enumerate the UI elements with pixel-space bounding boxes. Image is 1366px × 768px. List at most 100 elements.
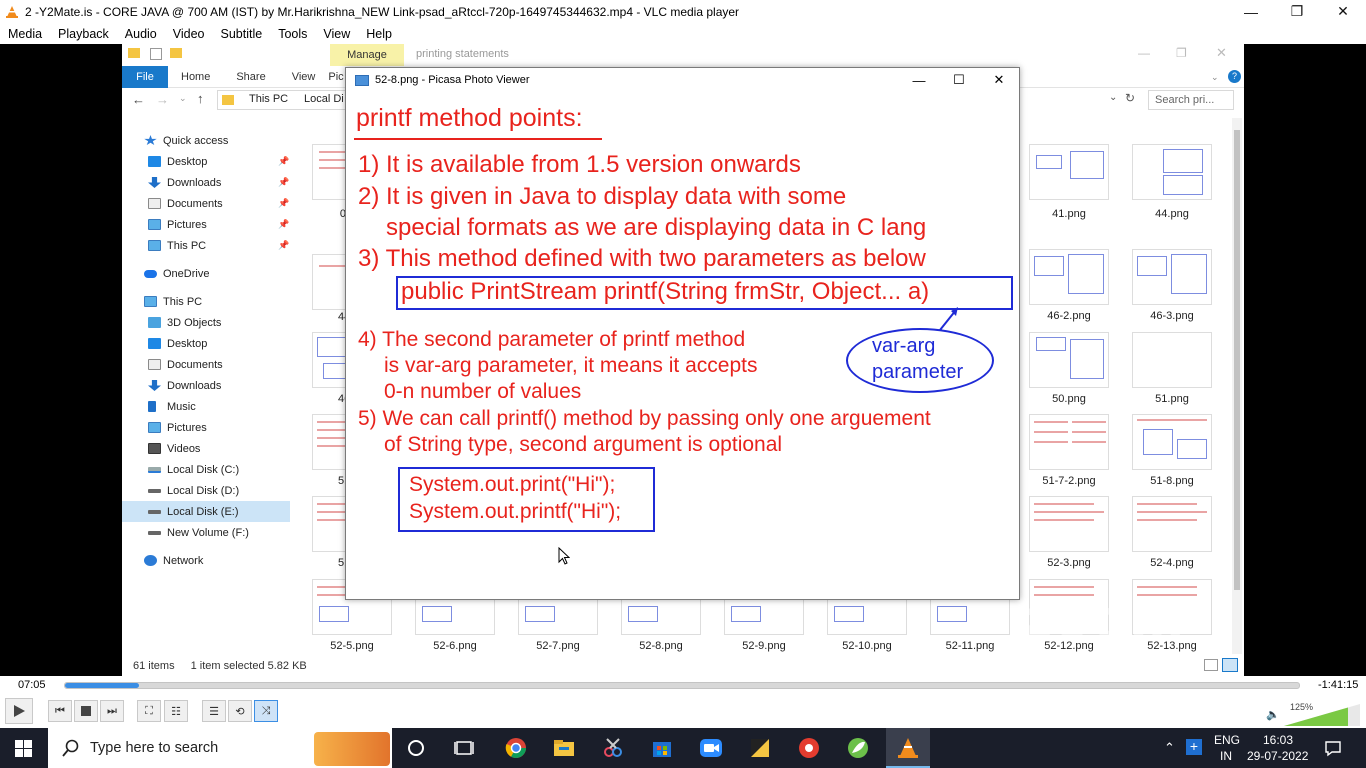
- cortana-icon[interactable]: [404, 736, 428, 760]
- maximize-button[interactable]: ❐: [1274, 0, 1320, 23]
- volume-slider[interactable]: [1284, 704, 1362, 726]
- file-thumbnail[interactable]: [1029, 249, 1109, 305]
- nav-3d-objects[interactable]: 3D Objects: [148, 312, 316, 333]
- nav-quick-downloads[interactable]: Downloads 📌: [148, 172, 316, 193]
- ribbon-tab-view[interactable]: View: [279, 71, 329, 83]
- explorer-search-input[interactable]: Search pri...: [1148, 90, 1234, 110]
- region-indicator[interactable]: IN: [1220, 749, 1232, 763]
- close-button[interactable]: ✕: [1320, 0, 1366, 23]
- scrollbar-thumb[interactable]: [1234, 130, 1240, 590]
- seek-slider[interactable]: [64, 682, 1300, 689]
- breadcrumb-this-pc[interactable]: This PC: [249, 93, 288, 105]
- nav-quick-this-pc[interactable]: This PC 📌: [148, 235, 316, 256]
- file-thumbnail[interactable]: [1029, 496, 1109, 552]
- explorer-minimize-button[interactable]: —: [1138, 46, 1150, 60]
- picasa-maximize-button[interactable]: ☐: [939, 68, 979, 92]
- nav-new-volume-f[interactable]: New Volume (F:): [148, 522, 316, 543]
- clock-time[interactable]: 16:03: [1263, 733, 1293, 747]
- extended-settings-button[interactable]: ☷: [164, 700, 188, 722]
- file-thumbnail[interactable]: [1132, 332, 1212, 388]
- ribbon-tab-home[interactable]: Home: [168, 71, 223, 83]
- show-hidden-icons-icon[interactable]: ⌃: [1164, 740, 1175, 756]
- file-thumbnail[interactable]: [1132, 496, 1212, 552]
- snipping-tool-icon[interactable]: [601, 736, 625, 760]
- nav-desktop[interactable]: Desktop: [148, 333, 316, 354]
- nav-local-disk-c[interactable]: Local Disk (C:): [148, 459, 316, 480]
- file-label[interactable]: 52-6.png: [405, 640, 505, 652]
- nav-quick-access[interactable]: Quick access: [144, 130, 312, 151]
- file-label[interactable]: 51.png: [1122, 393, 1222, 405]
- nav-local-disk-d[interactable]: Local Disk (D:): [148, 480, 316, 501]
- nav-onedrive[interactable]: OneDrive: [144, 263, 312, 284]
- details-view-icon[interactable]: [1204, 659, 1218, 671]
- menu-subtitle[interactable]: Subtitle: [213, 27, 271, 41]
- ribbon-tab-file[interactable]: File: [122, 65, 168, 88]
- stop-button[interactable]: [74, 700, 98, 722]
- loop-button[interactable]: ⟲: [228, 700, 252, 722]
- file-label[interactable]: 51-7-2.png: [1019, 475, 1119, 487]
- video-frame[interactable]: Manage printing statements — ❐ ✕ File Ho…: [0, 44, 1366, 676]
- manage-tab[interactable]: Manage: [330, 44, 404, 66]
- file-thumbnail[interactable]: [1029, 332, 1109, 388]
- ribbon-expand-icon[interactable]: ⌄: [1211, 72, 1219, 83]
- menu-playback[interactable]: Playback: [50, 27, 117, 41]
- file-label[interactable]: 51-8.png: [1122, 475, 1222, 487]
- file-label[interactable]: 52-9.png: [714, 640, 814, 652]
- record-icon[interactable]: [797, 736, 821, 760]
- help-icon[interactable]: ?: [1228, 70, 1241, 83]
- minimize-button[interactable]: —: [1228, 0, 1274, 23]
- file-label[interactable]: 41.png: [1019, 208, 1119, 220]
- nav-downloads[interactable]: Downloads: [148, 375, 316, 396]
- ribbon-tab-share[interactable]: Share: [223, 71, 278, 83]
- file-thumbnail[interactable]: [1132, 414, 1212, 470]
- file-label[interactable]: 52-3.png: [1019, 557, 1119, 569]
- vlc-taskbar-button[interactable]: [886, 728, 930, 768]
- shuffle-button[interactable]: ⤨: [254, 700, 278, 722]
- file-label[interactable]: 46-3.png: [1122, 310, 1222, 322]
- windows-start-icon[interactable]: [15, 740, 32, 757]
- nav-network[interactable]: Network: [144, 550, 312, 571]
- menu-view[interactable]: View: [315, 27, 358, 41]
- menu-help[interactable]: Help: [358, 27, 400, 41]
- previous-button[interactable]: ⏮: [48, 700, 72, 722]
- up-icon[interactable]: ↑: [197, 91, 204, 106]
- picasa-minimize-button[interactable]: —: [899, 68, 939, 92]
- file-thumbnail[interactable]: [1132, 144, 1212, 200]
- notification-icon[interactable]: [1324, 739, 1342, 757]
- nav-this-pc[interactable]: This PC: [144, 291, 312, 312]
- file-label[interactable]: 52-7.png: [508, 640, 608, 652]
- menu-tools[interactable]: Tools: [270, 27, 315, 41]
- back-icon[interactable]: ←: [132, 92, 145, 107]
- chrome-icon[interactable]: [504, 736, 528, 760]
- address-dropdown-icon[interactable]: ⌄: [1109, 92, 1117, 103]
- plus-tray-icon[interactable]: +: [1186, 739, 1202, 755]
- recent-dropdown-icon[interactable]: ⌄: [179, 93, 187, 104]
- taskbar-search-box[interactable]: Type here to search: [48, 728, 392, 768]
- file-label[interactable]: 44.png: [1122, 208, 1222, 220]
- nav-music[interactable]: Music: [148, 396, 316, 417]
- explorer-close-button[interactable]: ✕: [1216, 45, 1227, 61]
- file-thumbnail[interactable]: [1132, 249, 1212, 305]
- task-view-icon[interactable]: [452, 736, 476, 760]
- refresh-icon[interactable]: ↻: [1125, 91, 1135, 105]
- file-label[interactable]: 50.png: [1019, 393, 1119, 405]
- menu-video[interactable]: Video: [165, 27, 213, 41]
- large-icons-view-icon[interactable]: [1222, 658, 1238, 672]
- file-label[interactable]: 52-10.png: [817, 640, 917, 652]
- clock-date[interactable]: 29-07-2022: [1247, 749, 1308, 763]
- file-label[interactable]: 52-4.png: [1122, 557, 1222, 569]
- file-explorer-icon[interactable]: [552, 736, 576, 760]
- file-thumbnail[interactable]: [1029, 414, 1109, 470]
- explorer-maximize-button[interactable]: ❐: [1176, 46, 1187, 60]
- file-label[interactable]: 46-2.png: [1019, 310, 1119, 322]
- file-label[interactable]: 52-11.png: [920, 640, 1020, 652]
- sticky-notes-icon[interactable]: [748, 736, 772, 760]
- nav-quick-pictures[interactable]: Pictures 📌: [148, 214, 316, 235]
- playlist-button[interactable]: ☰: [202, 700, 226, 722]
- file-thumbnail[interactable]: [1029, 144, 1109, 200]
- nav-local-disk-e[interactable]: Local Disk (E:): [122, 501, 290, 522]
- picasa-close-button[interactable]: ✕: [979, 68, 1019, 92]
- speaker-icon[interactable]: 🔈: [1266, 708, 1280, 721]
- nav-documents[interactable]: Documents: [148, 354, 316, 375]
- fullscreen-button[interactable]: ⛶: [137, 700, 161, 722]
